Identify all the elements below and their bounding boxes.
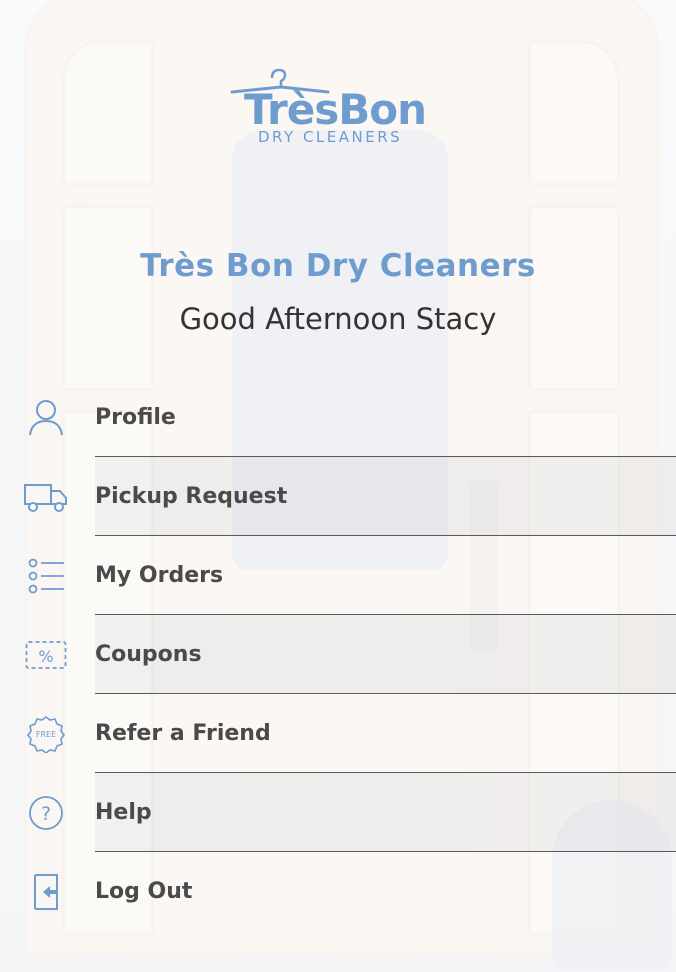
help-question-icon: ? xyxy=(24,793,68,833)
svg-text:TrèsBon: TrèsBon xyxy=(244,85,426,134)
menu-item-log-out[interactable]: Log Out xyxy=(0,852,676,931)
percent-coupon-icon: % xyxy=(24,635,68,675)
logout-icon xyxy=(24,872,68,912)
menu-item-help[interactable]: ? Help xyxy=(0,773,676,852)
menu-label-help: Help xyxy=(95,800,152,825)
menu-label-pickup-request: Pickup Request xyxy=(95,484,288,509)
app-title: Très Bon Dry Cleaners xyxy=(140,248,536,284)
menu-item-profile[interactable]: Profile xyxy=(0,378,676,457)
menu-label-log-out: Log Out xyxy=(95,879,193,904)
navigation-menu: Profile Pickup Request My Orders % Coupo… xyxy=(0,378,676,931)
menu-item-coupons[interactable]: % Coupons xyxy=(0,615,676,694)
person-icon xyxy=(24,398,68,438)
svg-text:FREE: FREE xyxy=(36,730,56,739)
brand-logo: TrèsBon DRY CLEANERS xyxy=(0,62,676,152)
svg-text:?: ? xyxy=(41,803,51,825)
menu-label-coupons: Coupons xyxy=(95,642,202,667)
svg-text:DRY CLEANERS: DRY CLEANERS xyxy=(258,128,402,146)
menu-item-my-orders[interactable]: My Orders xyxy=(0,536,676,615)
svg-text:%: % xyxy=(38,647,53,666)
delivery-truck-icon xyxy=(24,477,68,517)
menu-label-refer-a-friend: Refer a Friend xyxy=(95,721,271,746)
menu-item-pickup-request[interactable]: Pickup Request xyxy=(0,457,676,536)
menu-item-refer-a-friend[interactable]: FREE Refer a Friend xyxy=(0,694,676,773)
menu-label-my-orders: My Orders xyxy=(95,563,224,588)
list-icon xyxy=(24,556,68,596)
greeting-text: Good Afternoon Stacy xyxy=(179,302,497,336)
menu-label-profile: Profile xyxy=(95,405,176,430)
free-badge-icon: FREE xyxy=(24,714,68,754)
